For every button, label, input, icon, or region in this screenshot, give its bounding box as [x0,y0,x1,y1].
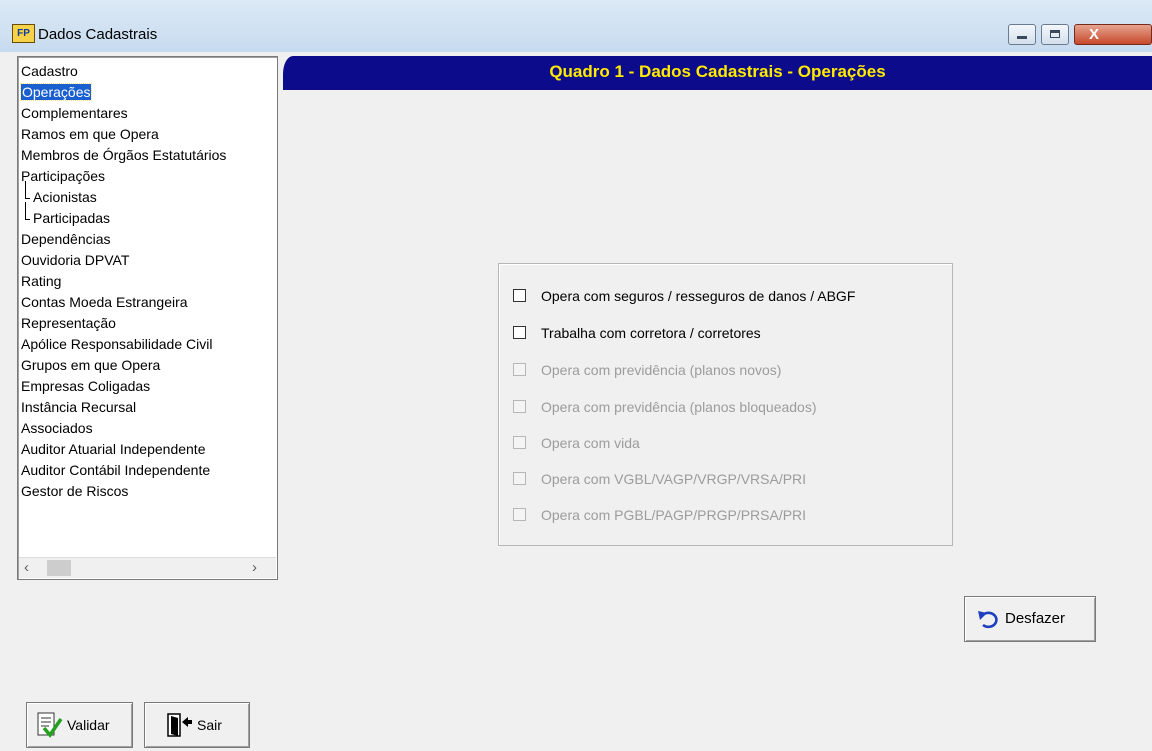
tree-item[interactable]: Ouvidoria DPVAT [21,250,226,271]
tree-item-label: Complementares [21,105,128,121]
scroll-right-icon[interactable]: › [252,558,266,578]
tree-item[interactable]: Auditor Contábil Independente [21,460,226,481]
window-titlebar: FP Dados Cadastrais X [0,0,1152,52]
tree-item[interactable]: Instância Recursal [21,397,226,418]
exit-label: Sair [197,717,222,733]
tree-item[interactable]: Apólice Responsabilidade Civil [21,334,226,355]
option-label: Trabalha com corretora / corretores [541,325,761,341]
validate-checklist-icon [37,712,63,738]
checkbox [513,363,526,376]
tree-item[interactable]: Associados [21,418,226,439]
tree-item[interactable]: Participações [21,166,226,187]
tree-item-label: Operações [19,83,93,101]
tree-item-label: Auditor Atuarial Independente [21,441,206,457]
tree-item-label: Ramos em que Opera [21,126,159,142]
minimize-icon [1017,36,1027,39]
tree-item[interactable]: Operações [19,82,226,103]
tree-item[interactable]: Representação [21,313,226,334]
tree-item-label: Participadas [33,210,111,226]
tree-item[interactable]: Dependências [21,229,226,250]
tree-item[interactable]: Complementares [21,103,226,124]
tree-item-label: Membros de Órgãos Estatutários [21,147,227,163]
option-label: Opera com previdência (planos bloqueados… [541,399,817,415]
tree-item[interactable]: Auditor Atuarial Independente [21,439,226,460]
close-icon: X [1089,26,1100,43]
exit-button[interactable]: Sair [144,702,250,748]
tree-item[interactable]: Ramos em que Opera [21,124,226,145]
operations-options-group: Opera com seguros / resseguros de danos … [498,263,953,546]
validate-button[interactable]: Validar [26,702,133,748]
scrollbar-thumb[interactable] [47,560,71,576]
checkbox[interactable] [513,289,526,302]
tree-item-label: Participações [21,168,106,184]
tree-item-label: Empresas Coligadas [21,378,151,394]
tree-item-label: Contas Moeda Estrangeira [21,294,188,310]
tree-item-label: Representação [21,315,116,331]
tree-item-label: Dependências [21,231,111,247]
close-button[interactable]: X [1074,24,1152,45]
tree-item[interactable]: Acionistas [21,181,226,208]
app-logo-icon: FP [12,24,35,43]
tree-list: Cadastro Operações Complementares Ramos em … [19,61,226,502]
tree-item-label: Apólice Responsabilidade Civil [21,336,213,352]
checkbox [513,400,526,413]
tree-item[interactable]: Rating [21,271,226,292]
tree-item[interactable]: Contas Moeda Estrangeira [21,292,226,313]
tree-item-label: Cadastro [21,63,78,79]
section-header: Quadro 1 - Dados Cadastrais - Operações [283,56,1152,90]
minimize-button[interactable] [1008,24,1036,45]
tree-item-label: Associados [21,420,93,436]
validate-label: Validar [67,717,110,733]
checkbox [513,508,526,521]
tree-item[interactable]: Cadastro [21,61,226,82]
tree-item-label: Rating [21,273,62,289]
tree-item[interactable]: Membros de Órgãos Estatutários [21,145,226,166]
tree-item[interactable]: Grupos em que Opera [21,355,226,376]
tree-item[interactable]: Gestor de Riscos [21,481,226,502]
horizontal-scrollbar[interactable]: ‹ › [19,557,276,578]
checkbox [513,436,526,449]
option-label: Opera com seguros / resseguros de danos … [541,288,856,304]
option-label: Opera com previdência (planos novos) [541,362,782,378]
tree-item-label: Grupos em que Opera [21,357,161,373]
tree-item-label: Gestor de Riscos [21,483,129,499]
tree-item[interactable]: Empresas Coligadas [21,376,226,397]
scroll-left-icon[interactable]: ‹ [24,558,38,578]
window-title: Dados Cadastrais [38,26,158,43]
option-label: Opera com vida [541,435,640,451]
exit-door-icon [167,713,192,737]
tree-item[interactable]: Participadas [21,202,226,229]
maximize-button[interactable] [1041,24,1069,45]
checkbox[interactable] [513,326,526,339]
tree-item-label: Ouvidoria DPVAT [21,252,130,268]
maximize-icon [1050,30,1060,38]
tree-item-label: Acionistas [33,189,97,205]
tree-item-label: Instância Recursal [21,399,137,415]
undo-button[interactable]: Desfazer [964,596,1096,642]
section-title: Quadro 1 - Dados Cadastrais - Operações [549,62,886,81]
undo-label: Desfazer [1005,610,1066,627]
undo-icon [978,611,998,629]
tree-item-label: Auditor Contábil Independente [21,462,211,478]
checkbox [513,472,526,485]
option-label: Opera com VGBL/VAGP/VRGP/VRSA/PRI [541,471,807,487]
navigation-tree[interactable]: Cadastro Operações Complementares Ramos em … [17,56,278,580]
option-label: Opera com PGBL/PAGP/PRGP/PRSA/PRI [541,507,807,523]
